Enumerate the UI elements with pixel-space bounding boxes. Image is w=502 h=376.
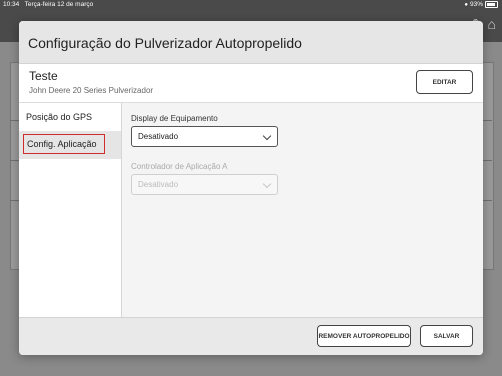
machine-name: Teste xyxy=(29,69,58,83)
status-time: 10:34 xyxy=(3,1,20,8)
application-controller-select: Desativado xyxy=(131,174,278,195)
application-controller-value: Desativado xyxy=(138,180,179,189)
equipment-display-label: Display de Equipamento xyxy=(131,114,218,123)
edit-button[interactable]: EDITAR xyxy=(416,70,473,94)
equipment-display-value: Desativado xyxy=(138,132,179,141)
application-controller-label: Controlador de Aplicação A xyxy=(131,162,228,171)
modal-footer: REMOVER AUTOPROPELIDO SALVAR xyxy=(19,317,483,355)
sidebar-item-application-config[interactable]: Config. Aplicação xyxy=(19,131,121,159)
save-button[interactable]: SALVAR xyxy=(420,325,473,347)
battery-percent: 93% xyxy=(469,1,483,8)
status-bar: 10:34 Terça-feira 12 de março ● 93% xyxy=(0,0,502,10)
sidebar-item-gps-position[interactable]: Posição do GPS xyxy=(19,103,121,131)
selected-highlight: Config. Aplicação xyxy=(23,134,105,154)
modal-header: Configuração do Pulverizador Autopropeli… xyxy=(19,21,483,64)
battery-icon xyxy=(485,1,498,8)
status-date: Terça-feira 12 de março xyxy=(24,1,94,8)
wifi-icon: ● xyxy=(464,1,468,8)
chevron-down-icon xyxy=(262,179,272,189)
settings-content: Display de Equipamento Desativado Contro… xyxy=(122,103,483,317)
sprayer-config-modal: Configuração do Pulverizador Autopropeli… xyxy=(19,21,483,355)
sidebar-item-label: Posição do GPS xyxy=(26,112,93,122)
machine-model: John Deere 20 Series Pulverizador xyxy=(29,86,154,95)
machine-info: Teste John Deere 20 Series Pulverizador … xyxy=(19,64,483,103)
remove-sprayer-button[interactable]: REMOVER AUTOPROPELIDO xyxy=(317,325,411,347)
sidebar-item-label: Config. Aplicação xyxy=(27,139,97,149)
modal-title: Configuração do Pulverizador Autopropeli… xyxy=(28,35,302,51)
settings-sidebar: Posição do GPS Config. Aplicação xyxy=(19,103,122,317)
equipment-display-select[interactable]: Desativado xyxy=(131,126,278,147)
chevron-down-icon xyxy=(262,131,272,141)
